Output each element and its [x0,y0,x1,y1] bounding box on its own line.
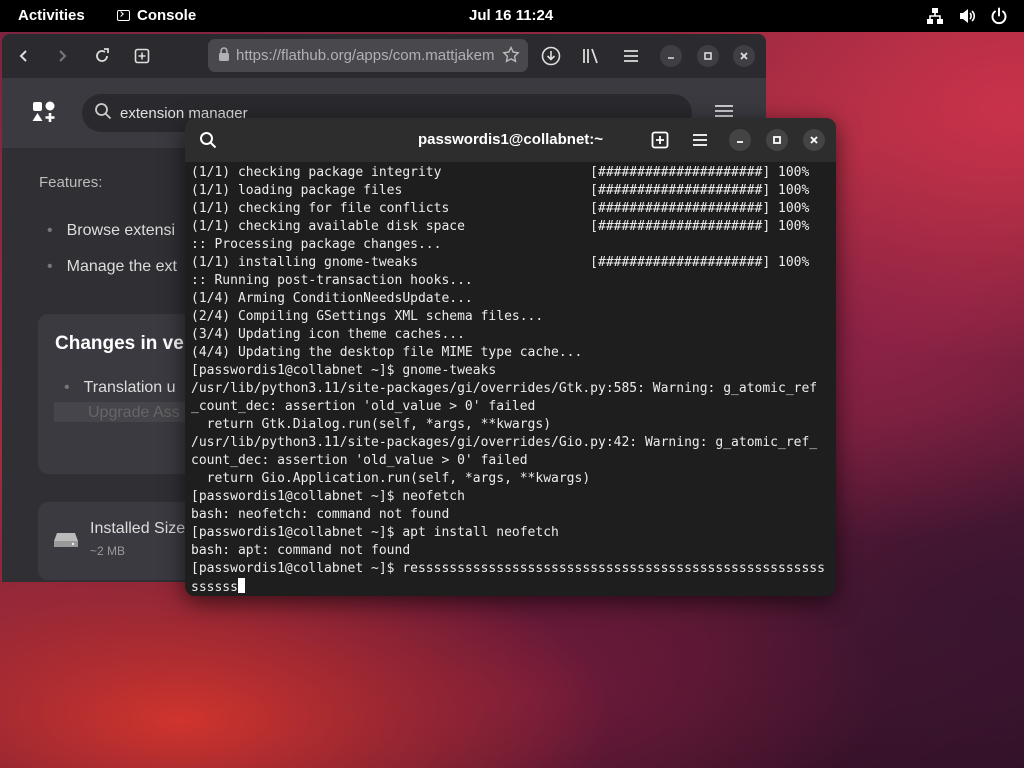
terminal-line: return Gio.Application.run(self, *args, … [191,471,591,486]
terminal-input-line[interactable]: ssssss [191,578,833,594]
new-tab-icon[interactable] [130,44,154,68]
terminal-line: :: Processing package changes... [191,237,442,252]
app-menu-label: Console [137,7,197,24]
terminal-line: (2/4) Compiling GSettings XML schema fil… [191,309,544,324]
app-menu[interactable]: Console [117,7,196,24]
feature-item: Manage the ext [47,258,177,276]
terminal-icon [117,10,130,21]
terminal-line: count_dec: assertion 'old_value > 0' fai… [191,453,528,468]
top-bar: Activities Console Jul 16 11:24 [0,0,1024,32]
terminal-line: [passwordis1@collabnet ~]$ gnome-tweaks [191,363,497,378]
feature-item: Browse extensi [47,222,176,240]
features-label: Features: [39,174,103,191]
terminal-line: return Gtk.Dialog.run(self, *args, **kwa… [191,417,552,432]
installed-size-label: Installed Size [90,520,186,537]
terminal-header: passwordis1@collabnet:~ [185,118,836,162]
terminal-line: (1/1) loading package files [###########… [191,183,810,198]
browser-toolbar: https://flathub.org/apps/com.mattjakem [2,34,766,78]
hamburger-menu-icon[interactable] [619,44,643,68]
close-icon[interactable] [803,129,825,151]
terminal-line: (4/4) Updating the desktop file MIME typ… [191,345,583,360]
maximize-icon[interactable] [697,45,719,67]
flathub-logo-icon[interactable] [32,100,56,129]
changes-item-faded: Upgrade Ass [88,404,180,421]
terminal-line: [passwordis1@collabnet ~]$ apt install n… [191,525,559,540]
bookmark-star-icon[interactable] [502,45,520,68]
terminal-line: /usr/lib/python3.11/site-packages/gi/ove… [191,381,818,396]
changes-title: Changes in ve [55,333,184,354]
forward-icon[interactable] [50,44,74,68]
url-bar[interactable]: https://flathub.org/apps/com.mattjakem [208,39,528,72]
terminal-output[interactable]: (1/1) checking package integrity [######… [191,164,833,594]
installed-size-value: ~2 MB [90,544,126,558]
terminal-window: passwordis1@collabnet:~ (1/1) checking p… [185,118,836,596]
terminal-line: (1/1) installing gnome-tweaks [#########… [191,255,810,270]
volume-icon[interactable] [958,7,976,25]
downloads-icon[interactable] [539,44,563,68]
terminal-input-text: ssssss [191,580,238,594]
new-tab-icon[interactable] [647,127,673,153]
close-icon[interactable] [733,45,755,67]
activities-button[interactable]: Activities [18,7,85,24]
terminal-line: (1/1) checking for file conflicts [#####… [191,201,810,216]
terminal-line: :: Running post-transaction hooks... [191,273,473,288]
terminal-line: (1/1) checking package integrity [######… [191,165,810,180]
library-icon[interactable] [579,44,603,68]
network-icon[interactable] [926,7,944,25]
terminal-line: (1/1) checking available disk space [###… [191,219,810,234]
drive-icon [53,531,79,554]
clock[interactable]: Jul 16 11:24 [469,7,553,24]
terminal-line: [passwordis1@collabnet ~]$ neofetch [191,489,465,504]
minimize-icon[interactable] [660,45,682,67]
system-tray[interactable] [926,7,1008,25]
text-cursor [237,578,245,593]
terminal-line: bash: neofetch: command not found [191,507,450,522]
lock-icon [218,46,230,65]
reload-icon[interactable] [90,44,114,68]
terminal-line: /usr/lib/python3.11/site-packages/gi/ove… [191,435,818,450]
terminal-line: _count_dec: assertion 'old_value > 0' fa… [191,399,536,414]
power-icon[interactable] [990,7,1008,25]
terminal-line: [passwordis1@collabnet ~]$ resssssssssss… [191,561,825,576]
terminal-line: (1/4) Arming ConditionNeedsUpdate... [191,291,473,306]
url-text: https://flathub.org/apps/com.mattjakem [236,47,495,64]
maximize-icon[interactable] [766,129,788,151]
changes-item: Translation u [64,379,176,397]
terminal-line: (3/4) Updating icon theme caches... [191,327,465,342]
back-icon[interactable] [12,44,36,68]
search-icon [94,102,112,124]
hamburger-menu-icon[interactable] [687,127,713,153]
minimize-icon[interactable] [729,129,751,151]
terminal-line: bash: apt: command not found [191,543,411,558]
